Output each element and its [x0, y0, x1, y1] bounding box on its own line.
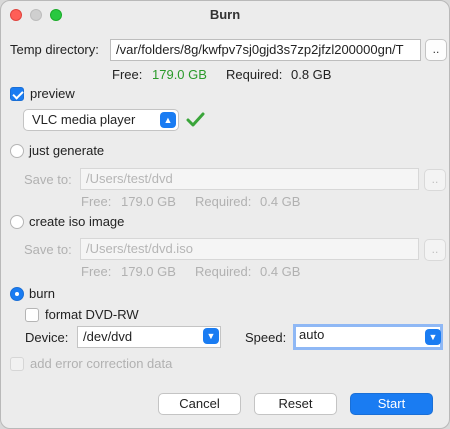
- chevron-updown-icon: ▲︎: [160, 112, 176, 128]
- temp-required-value: 0.8 GB: [291, 67, 332, 82]
- iso-browse-button[interactable]: ..: [424, 239, 446, 261]
- error-correction-label: add error correction data: [30, 356, 173, 371]
- generate-save-path-field[interactable]: /Users/test/dvd: [80, 168, 419, 190]
- generate-free-label: Free:: [81, 194, 112, 209]
- create-iso-radio[interactable]: [10, 215, 24, 229]
- chevron-down-icon[interactable]: ▼︎: [203, 328, 219, 344]
- generate-free-value: 179.0 GB: [121, 194, 176, 209]
- format-dvd-rw-checkbox[interactable]: [25, 308, 39, 322]
- title-bar: Burn: [1, 1, 449, 29]
- error-correction-checkbox[interactable]: [10, 357, 24, 371]
- window-title: Burn: [209, 7, 241, 22]
- speed-label: Speed:: [245, 330, 287, 345]
- just-generate-radio[interactable]: [10, 144, 24, 158]
- device-combo[interactable]: /dev/dvd ▼︎: [77, 326, 221, 348]
- preview-checkbox[interactable]: [10, 87, 24, 101]
- start-button[interactable]: Start: [350, 393, 433, 415]
- zoom-window-button[interactable]: [50, 9, 62, 21]
- minimize-window-button[interactable]: [30, 9, 42, 21]
- reset-button[interactable]: Reset: [254, 393, 337, 415]
- iso-required-value: 0.4 GB: [260, 264, 301, 279]
- green-checkmark-icon: [186, 112, 205, 127]
- chevron-down-icon[interactable]: ▼︎: [425, 329, 441, 345]
- create-iso-label: create iso image: [29, 214, 125, 229]
- just-generate-label: just generate: [29, 143, 105, 158]
- generate-browse-button[interactable]: ..: [424, 169, 446, 191]
- format-dvd-rw-label: format DVD-RW: [45, 307, 139, 322]
- speed-combo[interactable]: auto ▼︎: [293, 324, 443, 350]
- player-popup[interactable]: VLC media player ▲︎: [23, 109, 179, 131]
- temp-directory-browse-button[interactable]: ..: [425, 39, 447, 61]
- speed-combo-value[interactable]: auto: [299, 327, 324, 342]
- temp-free-label: Free:: [112, 67, 143, 82]
- burn-radio[interactable]: [10, 287, 24, 301]
- close-window-button[interactable]: [10, 9, 22, 21]
- iso-required-label: Required:: [195, 264, 252, 279]
- generate-required-label: Required:: [195, 194, 252, 209]
- device-label: Device:: [25, 330, 69, 345]
- generate-required-value: 0.4 GB: [260, 194, 301, 209]
- temp-required-label: Required:: [226, 67, 283, 82]
- generate-save-to-label: Save to:: [24, 172, 72, 187]
- cancel-button[interactable]: Cancel: [158, 393, 241, 415]
- burn-label: burn: [29, 286, 56, 301]
- iso-free-label: Free:: [81, 264, 112, 279]
- iso-save-path-field[interactable]: /Users/test/dvd.iso: [80, 238, 419, 260]
- burn-dialog: Burn Temp directory: /var/folders/8g/kwf…: [0, 0, 450, 429]
- iso-free-value: 179.0 GB: [121, 264, 176, 279]
- temp-directory-field[interactable]: /var/folders/8g/kwfpv7sj0gjd3s7zp2jfzl20…: [110, 39, 421, 61]
- player-popup-value: VLC media player: [32, 112, 136, 127]
- temp-directory-label: Temp directory:: [10, 42, 99, 57]
- device-combo-value: /dev/dvd: [83, 329, 133, 344]
- preview-label: preview: [30, 86, 75, 101]
- iso-save-to-label: Save to:: [24, 242, 72, 257]
- temp-free-value: 179.0 GB: [152, 67, 207, 82]
